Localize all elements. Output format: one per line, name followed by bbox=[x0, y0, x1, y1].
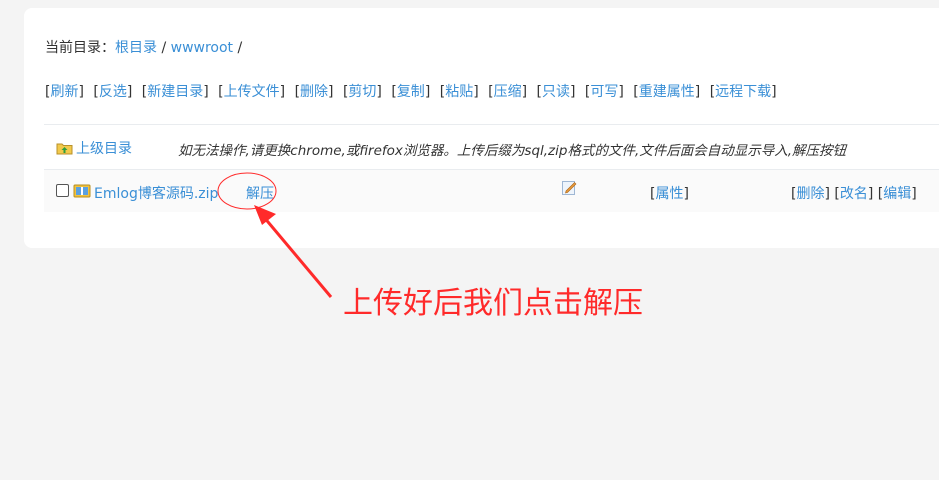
annotation-arrow-head bbox=[254, 205, 276, 225]
annotation-overlay bbox=[217, 172, 333, 298]
annotation-text: 上传好后我们点击解压 bbox=[343, 286, 643, 321]
annotation-arrow-shaft bbox=[261, 215, 333, 298]
annotation-circle bbox=[217, 172, 277, 210]
